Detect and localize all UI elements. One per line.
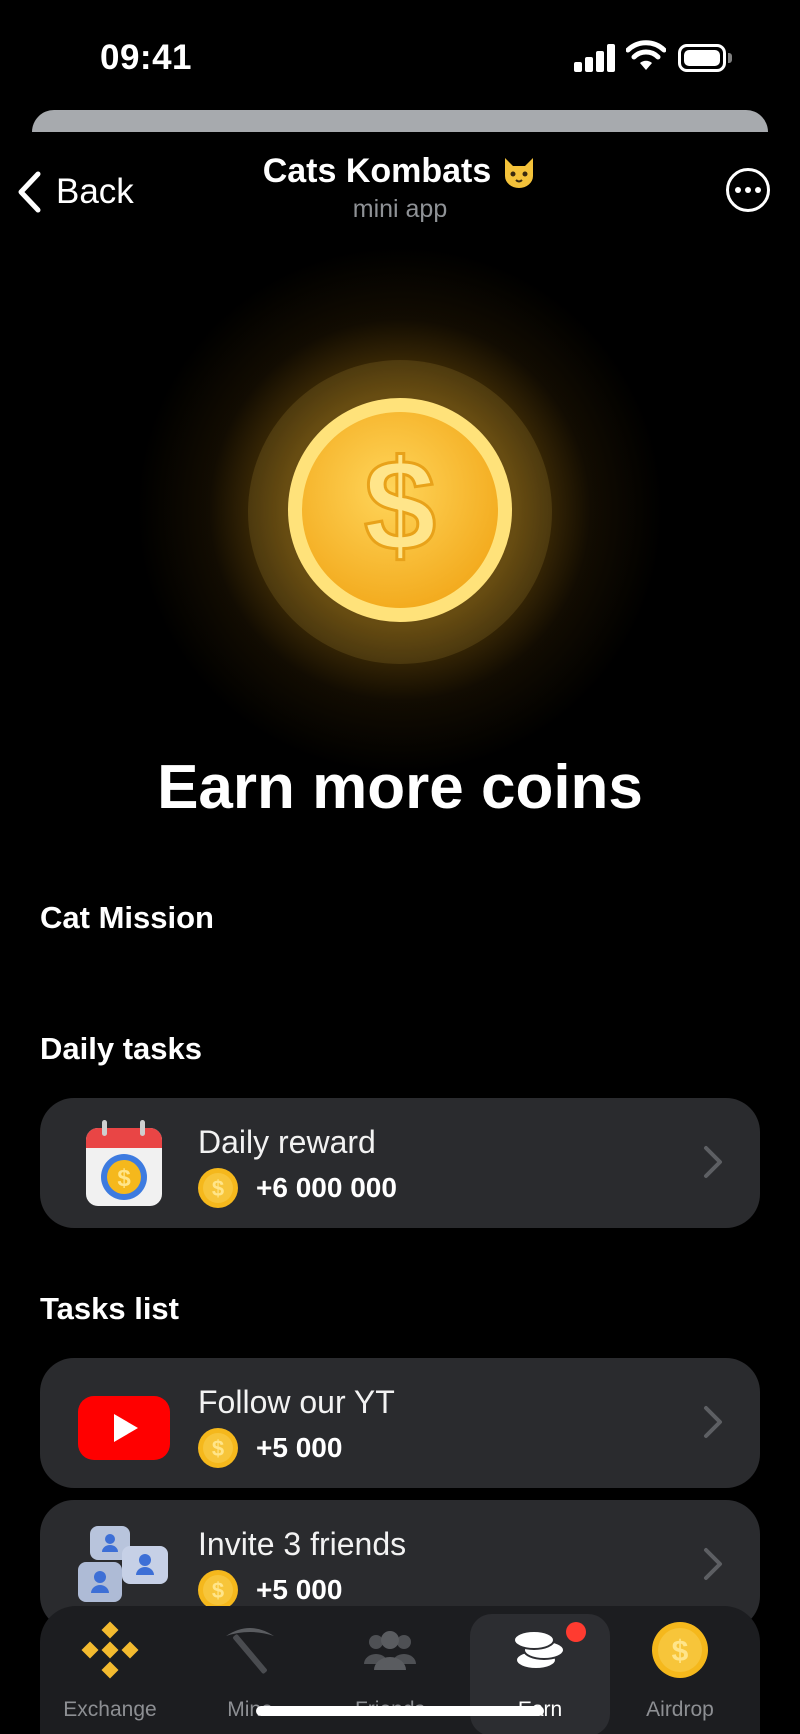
chevron-right-icon [704, 1406, 722, 1438]
svg-text:$: $ [212, 1176, 224, 1201]
task-label: Daily reward [198, 1124, 376, 1160]
status-time: 09:41 [100, 38, 193, 77]
nav-item-exchange[interactable]: Exchange [40, 1606, 180, 1734]
app-title: Cats Kombats [263, 152, 538, 191]
pickaxe-icon [226, 1628, 274, 1674]
more-options-button[interactable] [726, 168, 770, 212]
nav-item-earn[interactable]: Earn [470, 1614, 610, 1734]
friends-bubbles-icon [78, 1526, 168, 1602]
task-reward: $ +5 000 [198, 1428, 342, 1468]
sheet-grabber [32, 110, 768, 132]
dot-icon [745, 187, 751, 193]
chevron-right-icon [704, 1146, 722, 1178]
reward-amount: +6 000 000 [256, 1172, 397, 1203]
nav-item-airdrop[interactable]: $ Airdrop [610, 1606, 750, 1734]
calendar-coin-icon: $ [86, 1120, 162, 1206]
chevron-left-icon [18, 171, 41, 213]
cellular-signal-icon [574, 44, 616, 72]
follow-yt-card[interactable]: Follow our YT $ +5 000 [40, 1358, 760, 1488]
binance-icon [81, 1621, 139, 1679]
reward-amount: +5 000 [256, 1574, 343, 1605]
task-label: Follow our YT [198, 1384, 395, 1420]
reward-amount: +5 000 [256, 1432, 343, 1463]
coin-icon: $ [198, 1168, 238, 1208]
youtube-icon [78, 1396, 170, 1460]
svg-text:$: $ [672, 1635, 689, 1668]
back-button[interactable]: Back [16, 168, 134, 216]
status-bar: 09:41 [0, 0, 800, 110]
section-tasks-list: Tasks list [40, 1291, 180, 1326]
task-reward: $ +6 000 000 [198, 1168, 397, 1208]
svg-text:$: $ [212, 1578, 224, 1603]
section-daily-tasks: Daily tasks [40, 1031, 202, 1066]
dot-icon [755, 187, 761, 193]
coin-icon: $ [198, 1428, 238, 1468]
task-label: Invite 3 friends [198, 1526, 407, 1562]
svg-text:$: $ [117, 1165, 131, 1192]
daily-reward-card[interactable]: $ Daily reward $ +6 000 000 [40, 1098, 760, 1228]
battery-icon [678, 44, 732, 72]
friends-icon [364, 1631, 416, 1670]
svg-text:$: $ [212, 1436, 224, 1461]
task-reward: $ +5 000 [198, 1570, 342, 1610]
wifi-icon [626, 40, 666, 70]
dollar-coin-icon: $ [288, 398, 512, 622]
nav-label: Exchange [63, 1698, 157, 1721]
coin-icon: $ [198, 1570, 238, 1610]
section-cat-mission: Cat Mission [40, 900, 214, 935]
svg-text:$: $ [364, 432, 436, 578]
dot-icon [735, 187, 741, 193]
chevron-right-icon [704, 1548, 722, 1580]
hero-title: Earn more coins [157, 753, 643, 822]
back-label: Back [56, 172, 134, 211]
app-title-text: Cats Kombats [262, 152, 492, 190]
coin-icon: $ [652, 1622, 708, 1678]
home-indicator [256, 1706, 544, 1716]
nav-label: Airdrop [646, 1698, 714, 1721]
cat-face-icon [505, 157, 534, 188]
notification-badge [566, 1622, 586, 1642]
coins-stack-icon [513, 1630, 565, 1670]
